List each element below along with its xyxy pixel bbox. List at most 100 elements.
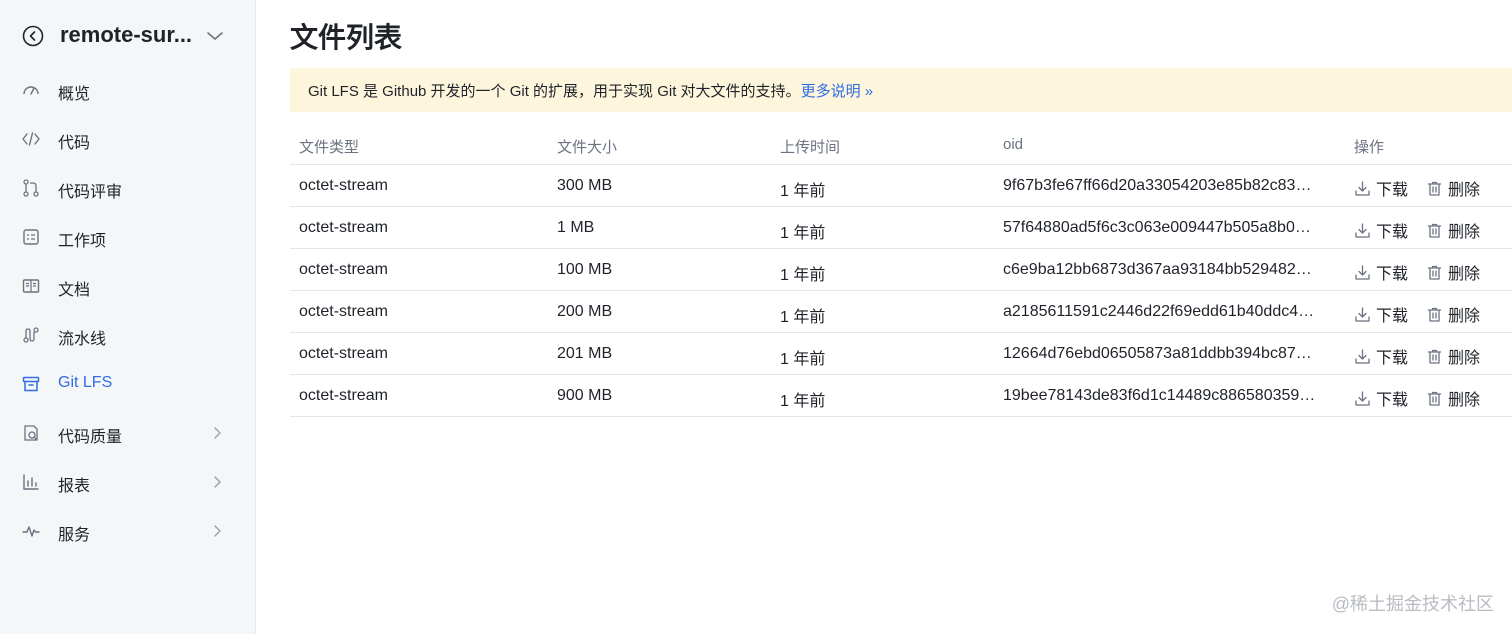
delete-button[interactable]: 删除 — [1426, 344, 1480, 368]
download-icon — [1355, 264, 1370, 280]
code-icon — [22, 132, 40, 146]
back-circle-icon[interactable] — [22, 25, 44, 47]
table-row: octet-stream 1 MB 1 年前 57f64880ad5f6c3c063e… — [290, 207, 1512, 249]
delete-button[interactable]: 删除 — [1426, 386, 1480, 410]
cell-type: octet-stream — [299, 261, 388, 278]
sidebar-item-label: 代码质量 — [58, 429, 123, 446]
delete-button[interactable]: 删除 — [1426, 218, 1480, 242]
download-icon — [1355, 306, 1370, 322]
trash-icon — [1427, 391, 1442, 406]
sidebar-item-label: 概览 — [58, 86, 91, 103]
cell-type: octet-stream — [299, 345, 388, 362]
more-info-link[interactable]: 更多说明 » — [801, 83, 874, 100]
cell-time: 1 年前 — [780, 267, 826, 284]
delete-label: 删除 — [1448, 350, 1481, 367]
cell-time: 1 年前 — [780, 183, 826, 200]
download-label: 下载 — [1376, 350, 1409, 367]
cell-type: octet-stream — [299, 303, 388, 320]
delete-button[interactable]: 删除 — [1426, 302, 1480, 326]
chevron-right-icon — [214, 525, 221, 537]
sidebar-item-1[interactable]: 代码 — [0, 117, 256, 161]
cell-oid: a2185611591c2446d22f69edd61b40ddc45… — [1003, 303, 1318, 320]
sidebar-item-2[interactable]: 代码评审 — [0, 166, 256, 210]
cell-type: octet-stream — [299, 219, 388, 236]
cell-time: 1 年前 — [780, 225, 826, 242]
chevron-right-icon — [214, 427, 221, 439]
chevron-down-icon[interactable] — [204, 27, 226, 45]
table-row: octet-stream 200 MB 1 年前 a2185611591c2446d2… — [290, 291, 1512, 333]
download-button[interactable]: 下载 — [1354, 302, 1408, 326]
task-icon — [23, 229, 39, 245]
file-table: 文件类型 文件大小 上传时间 oid 操作 octet-stream 300 MB… — [290, 124, 1512, 417]
page-title: 文件列表 — [290, 22, 403, 53]
pulse-icon — [22, 526, 40, 537]
cell-type: octet-stream — [299, 387, 388, 404]
delete-label: 删除 — [1448, 308, 1481, 325]
download-icon — [1355, 222, 1370, 238]
trash-icon — [1427, 349, 1442, 364]
cell-oid: 12664d76ebd06505873a81ddbb394bc87c9… — [1003, 345, 1318, 362]
cell-size: 300 MB — [557, 177, 613, 194]
doc-icon — [22, 279, 40, 293]
cell-time: 1 年前 — [780, 393, 826, 410]
download-icon — [1355, 348, 1370, 364]
merge-request-icon — [23, 179, 39, 197]
sidebar-item-label: 工作项 — [58, 233, 107, 250]
project-name[interactable]: remote-sur... — [60, 22, 192, 48]
download-icon — [1355, 180, 1370, 196]
sidebar-item-5[interactable]: 流水线 — [0, 313, 256, 357]
sidebar-item-9[interactable]: 服务 — [0, 509, 256, 553]
bar-chart-icon — [23, 474, 39, 490]
cell-size: 201 MB — [557, 345, 613, 362]
delete-button[interactable]: 删除 — [1426, 260, 1480, 284]
header-op: 操作 — [1354, 139, 1385, 156]
cell-size: 900 MB — [557, 387, 613, 404]
download-button[interactable]: 下载 — [1354, 218, 1408, 242]
lfs-notice: Git LFS 是 Github 开发的一个 Git 的扩展，用于实现 Git … — [290, 68, 1512, 112]
cell-oid: 19bee78143de83f6d1c14489c886580359e… — [1003, 387, 1318, 404]
cell-size: 100 MB — [557, 261, 613, 278]
cell-size: 200 MB — [557, 303, 613, 320]
sidebar-item-label: 服务 — [58, 527, 91, 544]
cell-size: 1 MB — [557, 219, 595, 236]
sidebar-item-6[interactable]: Git LFS — [0, 362, 256, 406]
sidebar-item-label: 文档 — [58, 282, 91, 299]
cell-oid: c6e9ba12bb6873d367aa93184bb529482da… — [1003, 261, 1318, 278]
sidebar-item-4[interactable]: 文档 — [0, 264, 256, 308]
chevron-right-icon — [214, 476, 221, 488]
delete-label: 删除 — [1448, 224, 1481, 241]
download-label: 下载 — [1376, 224, 1409, 241]
cell-time: 1 年前 — [780, 351, 826, 368]
dashboard-icon — [23, 86, 39, 95]
header-size: 文件大小 — [557, 139, 618, 156]
header-oid: oid — [1003, 136, 1024, 153]
table-header: 文件类型 文件大小 上传时间 oid 操作 — [290, 124, 1512, 165]
sidebar-item-label: 流水线 — [58, 331, 107, 348]
cell-type: octet-stream — [299, 177, 388, 194]
sidebar-item-3[interactable]: 工作项 — [0, 215, 256, 259]
delete-label: 删除 — [1448, 266, 1481, 283]
download-button[interactable]: 下载 — [1354, 386, 1408, 410]
download-label: 下载 — [1376, 308, 1409, 325]
cell-time: 1 年前 — [780, 309, 826, 326]
delete-button[interactable]: 删除 — [1426, 176, 1480, 200]
delete-label: 删除 — [1448, 182, 1481, 199]
download-button[interactable]: 下载 — [1354, 344, 1408, 368]
download-label: 下载 — [1376, 392, 1409, 409]
download-button[interactable]: 下载 — [1354, 176, 1408, 200]
quality-icon — [24, 425, 38, 441]
sidebar-item-0[interactable]: 概览 — [0, 68, 256, 112]
watermark: @稀土掘金技术社区 — [1331, 594, 1494, 614]
table-row: octet-stream 300 MB 1 年前 9f67b3fe67ff66d20a… — [290, 165, 1512, 207]
cell-oid: 9f67b3fe67ff66d20a33054203e85b82c834… — [1003, 177, 1318, 194]
download-icon — [1355, 390, 1370, 406]
sidebar: remote-sur... 概览代码代码评审工作项文档流水线 Git LFS 代码质… — [0, 0, 256, 634]
sidebar-item-8[interactable]: 报表 — [0, 460, 256, 504]
sidebar-item-7[interactable]: 代码质量 — [0, 411, 256, 455]
sidebar-item-label: 代码 — [58, 135, 91, 152]
trash-icon — [1427, 307, 1442, 322]
table-row: octet-stream 201 MB 1 年前 12664d76ebd0650587… — [290, 333, 1512, 375]
header-type: 文件类型 — [299, 139, 360, 156]
download-button[interactable]: 下载 — [1354, 260, 1408, 284]
header-time: 上传时间 — [780, 139, 841, 156]
